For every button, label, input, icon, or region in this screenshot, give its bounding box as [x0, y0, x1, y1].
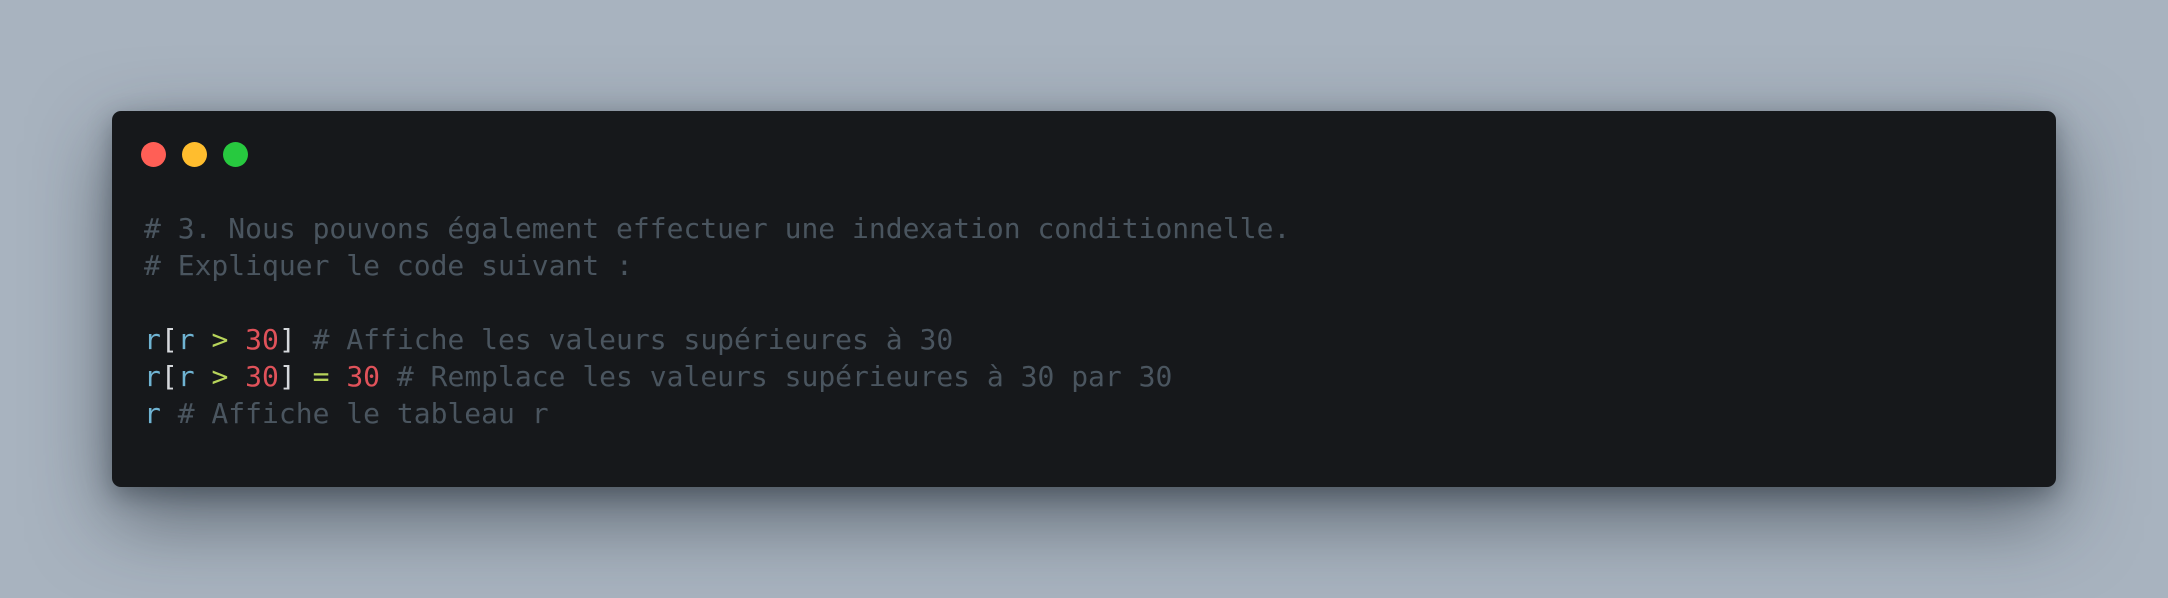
- code-line: # Expliquer le code suivant :: [144, 247, 1290, 284]
- code-token-var: r: [177, 323, 195, 356]
- code-token-comment: # Affiche le tableau r: [177, 397, 549, 430]
- code-token-comment: # 3. Nous pouvons également effectuer un…: [144, 212, 1291, 245]
- code-line: # 3. Nous pouvons également effectuer un…: [144, 210, 1290, 247]
- code-line: r # Affiche le tableau r: [144, 395, 1290, 432]
- code-window: # 3. Nous pouvons également effectuer un…: [112, 111, 2056, 487]
- code-token-op: >: [211, 360, 229, 393]
- code-block: # 3. Nous pouvons également effectuer un…: [144, 210, 1290, 432]
- minimize-dot-icon[interactable]: [182, 142, 207, 167]
- code-token-punc: ]: [278, 323, 296, 356]
- code-token-var: r: [177, 360, 195, 393]
- code-token-punc: [: [160, 323, 178, 356]
- window-controls: [141, 142, 248, 167]
- code-token-num: 30: [245, 323, 279, 356]
- code-token-var: r: [144, 323, 161, 356]
- code-token-num: 30: [245, 360, 279, 393]
- code-token-op: >: [211, 323, 229, 356]
- code-token-op: =: [312, 360, 330, 393]
- code-token-num: 30: [346, 360, 381, 393]
- close-dot-icon[interactable]: [141, 142, 166, 167]
- maximize-dot-icon[interactable]: [223, 142, 248, 167]
- code-token-comment: # Expliquer le code suivant :: [144, 249, 633, 282]
- code-token-punc: [: [160, 360, 178, 393]
- code-token-comment: # Remplace les valeurs supérieures à 30 …: [396, 360, 1173, 393]
- code-token-var: r: [144, 397, 161, 430]
- code-line: r[r > 30] = 30 # Remplace les valeurs su…: [144, 358, 1290, 395]
- code-token-comment: # Affiche les valeurs supérieures à 30: [312, 323, 954, 356]
- code-line: r[r > 30] # Affiche les valeurs supérieu…: [144, 321, 1290, 358]
- code-token-punc: ]: [278, 360, 296, 393]
- code-token-var: r: [144, 360, 161, 393]
